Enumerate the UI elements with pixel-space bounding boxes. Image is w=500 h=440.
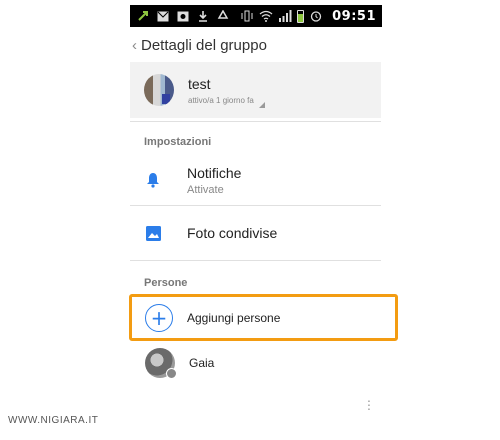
more-vert-icon[interactable]: · · · bbox=[366, 393, 372, 415]
shared-photos-title: Foto condivise bbox=[187, 225, 278, 241]
group-avatar bbox=[144, 74, 174, 106]
recycle-icon bbox=[216, 9, 230, 23]
plus-icon: + bbox=[145, 304, 173, 332]
alarm-icon bbox=[309, 9, 323, 23]
notifications-row[interactable]: Notifiche Attivate bbox=[130, 158, 381, 202]
battery-icon bbox=[297, 9, 305, 23]
divider bbox=[130, 205, 381, 206]
section-label-people: Persone bbox=[144, 277, 188, 289]
photo-icon bbox=[176, 9, 190, 23]
notifications-status: Attivate bbox=[187, 183, 224, 196]
add-people-row[interactable]: + Aggiungi persone bbox=[130, 303, 381, 333]
messenger-badge-icon bbox=[166, 368, 177, 379]
divider bbox=[130, 121, 381, 122]
group-name: test bbox=[188, 75, 211, 92]
status-time: 09:51 bbox=[332, 8, 376, 24]
signal-icon bbox=[278, 9, 292, 23]
watermark: WWW.NIGIARA.IT bbox=[8, 415, 99, 426]
member-row[interactable]: Gaia bbox=[130, 347, 381, 379]
image-icon bbox=[145, 225, 161, 241]
member-name: Gaia bbox=[189, 356, 215, 370]
bell-icon bbox=[145, 172, 161, 188]
status-bar: 09:51 bbox=[130, 5, 382, 27]
wifi-icon bbox=[259, 9, 273, 23]
vibrate-icon bbox=[240, 9, 254, 23]
corner-indicator-icon bbox=[259, 102, 265, 108]
title-bar: ‹ Dettagli del gruppo bbox=[130, 30, 382, 60]
gmail-icon bbox=[156, 9, 170, 23]
section-label-settings: Impostazioni bbox=[144, 136, 212, 148]
divider bbox=[130, 260, 381, 261]
notifications-title: Notifiche bbox=[187, 164, 242, 181]
shared-photos-row[interactable]: Foto condivise bbox=[130, 218, 381, 248]
usb-icon bbox=[136, 9, 150, 23]
add-people-label: Aggiungi persone bbox=[187, 311, 281, 325]
group-status: attivo/a 1 giorno fa bbox=[188, 95, 254, 105]
avatar bbox=[145, 348, 177, 379]
back-chevron-icon[interactable]: ‹ bbox=[132, 37, 137, 54]
download-icon bbox=[196, 9, 210, 23]
group-card[interactable]: test attivo/a 1 giorno fa bbox=[130, 62, 381, 118]
page-title: Dettagli del gruppo bbox=[141, 36, 267, 54]
